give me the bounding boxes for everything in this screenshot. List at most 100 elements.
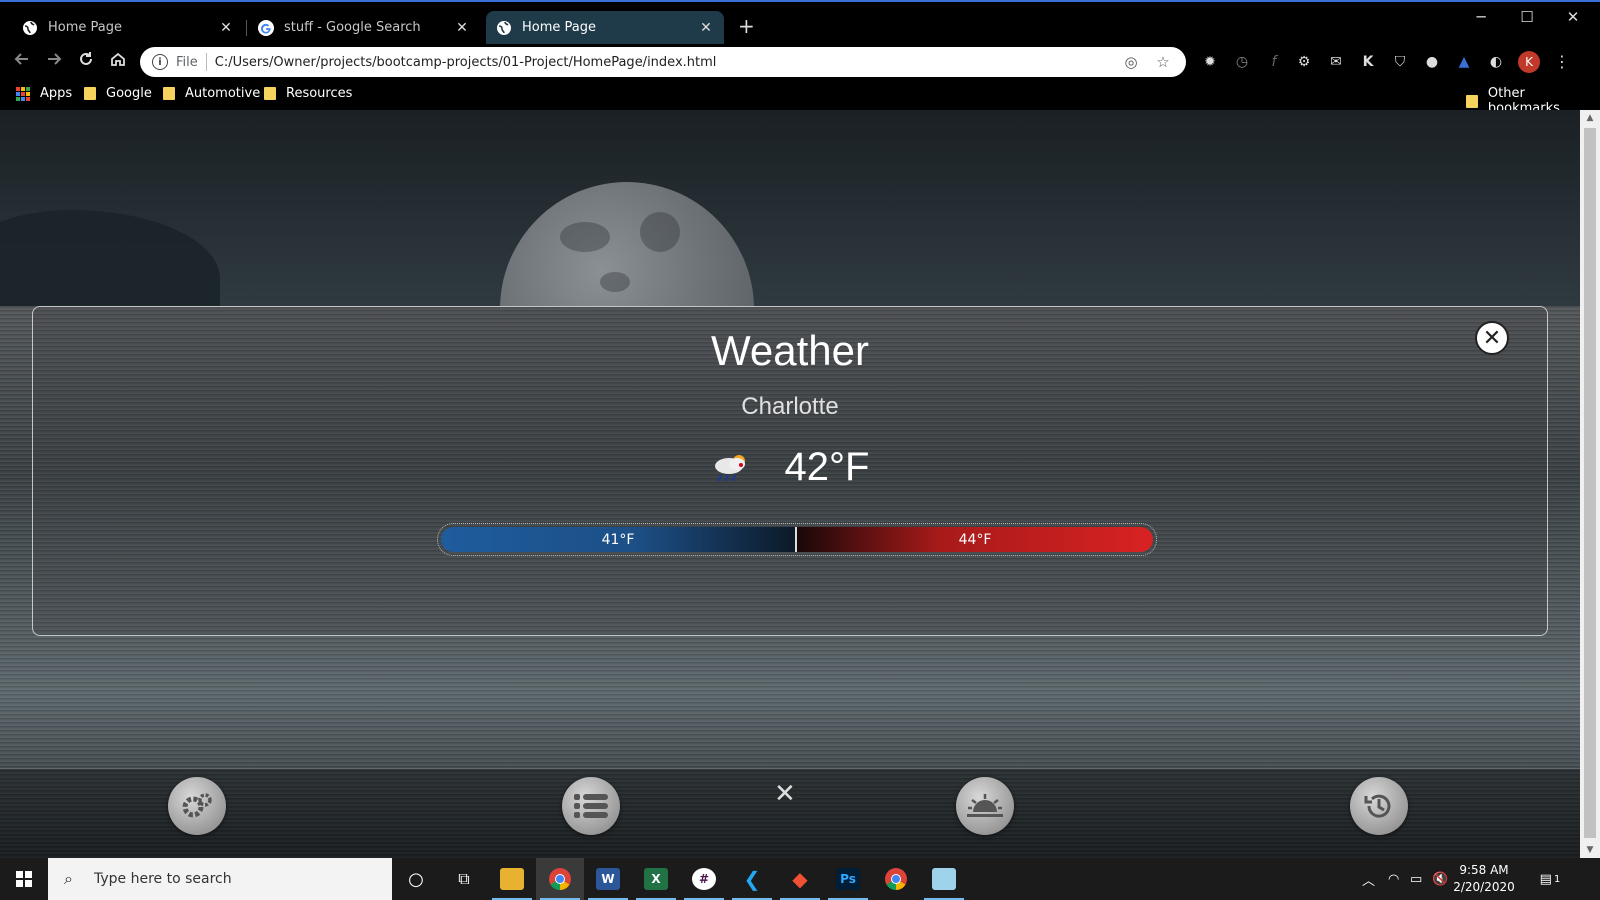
minimize-button[interactable]: ─ [1458, 8, 1504, 26]
url-scheme: File [176, 54, 198, 70]
git-icon[interactable]: ◆ [776, 858, 824, 900]
chrome-icon[interactable] [536, 858, 584, 900]
tab-divider [246, 20, 247, 36]
extension-k-icon[interactable]: K [1358, 52, 1378, 72]
cortana-icon[interactable]: ○ [392, 858, 440, 900]
new-tab-button[interactable]: + [738, 16, 755, 36]
bookmark-resources[interactable]: Resources [264, 86, 352, 101]
volume-muted-icon[interactable]: 🔇 [1432, 858, 1448, 900]
chrome-alt-icon[interactable] [872, 858, 920, 900]
bookmark-label: Resources [286, 86, 353, 101]
settings-button[interactable] [168, 777, 226, 835]
apps-grid-icon [16, 86, 30, 101]
notification-count: 1 [1553, 873, 1561, 885]
bookmark-google[interactable]: Google [84, 86, 152, 101]
current-temperature: 42°F [784, 445, 870, 489]
clock-time: 9:58 AM [1459, 863, 1509, 877]
extension-white-circle-icon[interactable]: ◐ [1486, 52, 1506, 72]
google-icon [258, 19, 274, 36]
excel-icon[interactable]: X [632, 858, 680, 900]
tab-title: stuff - Google Search [284, 20, 421, 35]
weather-button[interactable] [956, 777, 1014, 835]
network-icon[interactable]: ◠ [1388, 858, 1399, 900]
notifications-button[interactable]: ▤ 1 [1528, 858, 1572, 900]
bookmark-label: Google [106, 86, 152, 101]
gear-icon [182, 793, 212, 818]
browser-toolbar: i File C:/Users/Owner/projects/bootcamp-… [0, 44, 1600, 80]
maximize-button[interactable]: ☐ [1504, 8, 1550, 26]
tab-home-page-active[interactable]: Home Page ✕ [486, 11, 724, 44]
close-window-button[interactable]: ✕ [1550, 8, 1596, 26]
url-text[interactable]: C:/Users/Owner/projects/bootcamp-project… [215, 55, 1122, 70]
weather-card: Weather ✕ Charlotte 42°F 41°F 44°F [32, 306, 1548, 636]
globe-icon [496, 20, 512, 36]
extension-settings-icon[interactable]: ⚙ [1294, 52, 1314, 72]
folder-icon [1466, 94, 1478, 108]
taskbar-clock[interactable]: 9:58 AM 2/20/2020 [1448, 862, 1520, 896]
notepad-icon[interactable] [920, 858, 968, 900]
scroll-up-icon[interactable]: ▲ [1580, 110, 1600, 126]
extension-shield-icon[interactable]: ⛉ [1390, 52, 1410, 72]
file-explorer-icon[interactable] [488, 858, 536, 900]
tray-chevron-icon[interactable]: ︿ [1362, 858, 1375, 900]
reload-icon [80, 52, 92, 65]
list-button[interactable] [562, 777, 620, 835]
scroll-down-icon[interactable]: ▼ [1580, 842, 1600, 858]
tab-home-page-1[interactable]: Home Page ✕ [12, 11, 244, 44]
task-view-icon[interactable]: ⧉ [440, 858, 488, 900]
dock-close-button[interactable]: ✕ [774, 779, 796, 809]
clock-date: 2/20/2020 [1453, 880, 1515, 894]
weather-title: Weather [711, 327, 869, 374]
page-viewport: Weather ✕ Charlotte 42°F 41°F 44°F ✕ [0, 110, 1580, 858]
extension-circle-icon[interactable]: ● [1422, 52, 1442, 72]
extension-mail-icon[interactable]: ✉ [1326, 52, 1346, 72]
menu-kebab-icon[interactable]: ⋮ [1552, 52, 1572, 72]
tab-title: Home Page [48, 20, 122, 35]
tab-close-icon[interactable]: ✕ [454, 20, 470, 36]
reload-button[interactable] [74, 50, 98, 74]
tab-google-search[interactable]: stuff - Google Search ✕ [248, 11, 480, 44]
folder-icon [264, 87, 276, 100]
word-icon[interactable]: W [584, 858, 632, 900]
location-target-icon[interactable]: ◎ [1122, 53, 1140, 71]
page-scrollbar[interactable]: ▲ ▼ [1580, 110, 1600, 858]
list-icon [574, 794, 608, 818]
extension-blue-icon[interactable]: ▲ [1454, 52, 1474, 72]
background-sky [0, 110, 1580, 306]
photoshop-icon[interactable]: Ps [824, 858, 872, 900]
slack-icon[interactable]: # [680, 858, 728, 900]
back-button[interactable] [10, 50, 34, 74]
tab-close-icon[interactable]: ✕ [218, 20, 234, 36]
bookmark-label: Automotive [185, 86, 261, 101]
weather-city: Charlotte [741, 393, 839, 420]
bookmark-star-icon[interactable]: ☆ [1154, 53, 1172, 71]
extension-clock-icon[interactable]: ◷ [1232, 52, 1252, 72]
search-icon: ⌕ [64, 869, 73, 888]
omnibox-divider [205, 53, 207, 71]
home-icon [111, 52, 125, 66]
forward-button[interactable] [42, 50, 66, 74]
tab-close-icon[interactable]: ✕ [698, 20, 714, 36]
search-placeholder: Type here to search [94, 871, 232, 887]
start-button[interactable] [0, 858, 48, 900]
globe-icon [22, 20, 38, 36]
arrow-right-icon [48, 53, 62, 65]
profile-avatar[interactable]: K [1518, 51, 1540, 73]
address-bar[interactable]: i File C:/Users/Owner/projects/bootcamp-… [140, 47, 1186, 77]
taskbar-search[interactable]: ⌕ Type here to search [48, 858, 392, 900]
close-icon[interactable]: ✕ [1475, 321, 1509, 355]
home-button[interactable] [106, 50, 130, 74]
extension-gear-icon[interactable]: ✹ [1200, 52, 1220, 72]
extension-function-icon[interactable]: f [1264, 52, 1284, 72]
windows-logo-icon [16, 871, 32, 887]
rain-cloud-icon [711, 451, 751, 485]
bookmark-apps[interactable]: Apps [16, 86, 72, 101]
low-temperature: 41°F [441, 527, 797, 552]
bookmark-automotive[interactable]: Automotive [163, 86, 260, 101]
battery-icon[interactable]: ▭ [1410, 858, 1422, 900]
history-button[interactable] [1350, 777, 1408, 835]
vscode-icon[interactable]: ❮ [728, 858, 776, 900]
info-icon[interactable]: i [152, 54, 168, 70]
scroll-thumb[interactable] [1584, 128, 1596, 838]
arrow-left-icon [14, 53, 28, 65]
